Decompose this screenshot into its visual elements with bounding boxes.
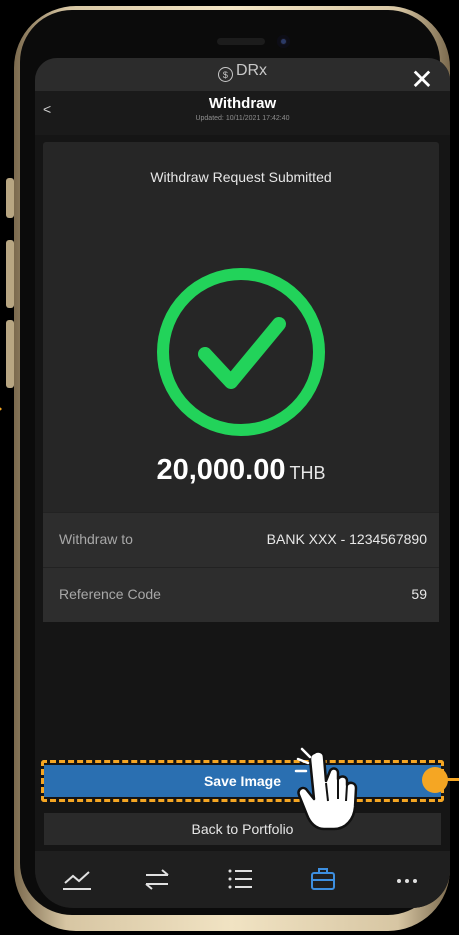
more-icon: [397, 879, 417, 883]
nav-list[interactable]: [220, 863, 260, 895]
save-image-button[interactable]: Save Image: [44, 765, 441, 797]
amount-display: 20,000.00 THB: [43, 454, 439, 487]
annotation-marker-right: [422, 767, 448, 793]
close-icon[interactable]: ✕: [408, 66, 436, 94]
side-button: [6, 320, 14, 388]
bottom-nav: [35, 851, 450, 908]
annotation-arrow-left: [0, 400, 2, 418]
brand-name: DRx: [235, 62, 268, 79]
brand-logo: $ DRx: [35, 61, 450, 82]
result-card: Withdraw Request Submitted 20,000.00 THB …: [43, 142, 439, 622]
side-button: [6, 240, 14, 308]
nav-portfolio[interactable]: [303, 863, 343, 895]
detail-value: BANK XXX - 1234567890: [266, 531, 427, 547]
transfer-icon: [145, 869, 169, 890]
detail-label: Withdraw to: [59, 531, 133, 547]
page-header: < Withdraw Updated: 10/11/2021 17:42:40: [35, 91, 450, 135]
screen: $ DRx ✕ < Withdraw Updated: 10/11/2021 17…: [35, 58, 450, 908]
speaker-grille: [217, 38, 265, 45]
browser-bar: $ DRx: [35, 58, 450, 91]
tap-hand-icon: [294, 747, 358, 831]
chart-icon: [63, 871, 91, 890]
nav-transfer[interactable]: [137, 863, 177, 895]
nav-more[interactable]: [387, 863, 427, 895]
result-title: Withdraw Request Submitted: [150, 169, 332, 185]
front-camera: [277, 35, 290, 48]
detail-value: 59: [411, 586, 427, 602]
success-check-icon: [157, 268, 325, 436]
updated-timestamp: Updated: 10/11/2021 17:42:40: [195, 115, 290, 122]
briefcase-icon: [311, 868, 335, 890]
amount-currency: THB: [289, 463, 326, 483]
detail-row-withdraw-to: Withdraw to BANK XXX - 1234567890: [43, 512, 439, 567]
drx-logo-icon: $: [217, 67, 233, 82]
page-title: Withdraw: [208, 95, 277, 112]
annotation-line-right: [446, 778, 459, 781]
back-to-portfolio-button[interactable]: Back to Portfolio: [44, 813, 441, 845]
detail-label: Reference Code: [59, 586, 161, 602]
nav-chart[interactable]: [57, 863, 97, 895]
detail-row-reference-code: Reference Code 59: [43, 567, 439, 622]
amount-value: 20,000.00: [156, 454, 286, 486]
list-icon: [228, 869, 252, 889]
side-button: [6, 178, 14, 218]
